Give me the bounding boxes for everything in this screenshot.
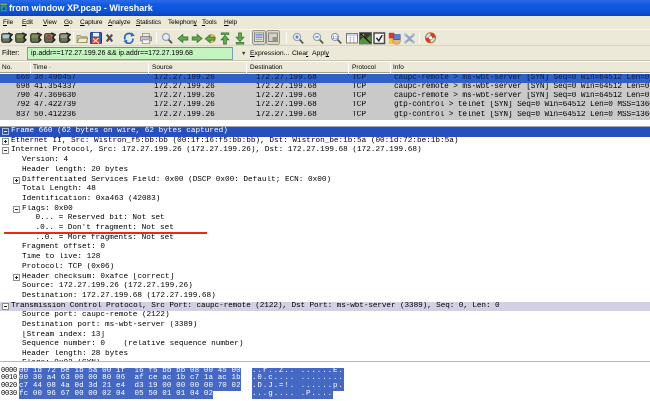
svg-text:1:1: 1:1 <box>332 35 339 40</box>
